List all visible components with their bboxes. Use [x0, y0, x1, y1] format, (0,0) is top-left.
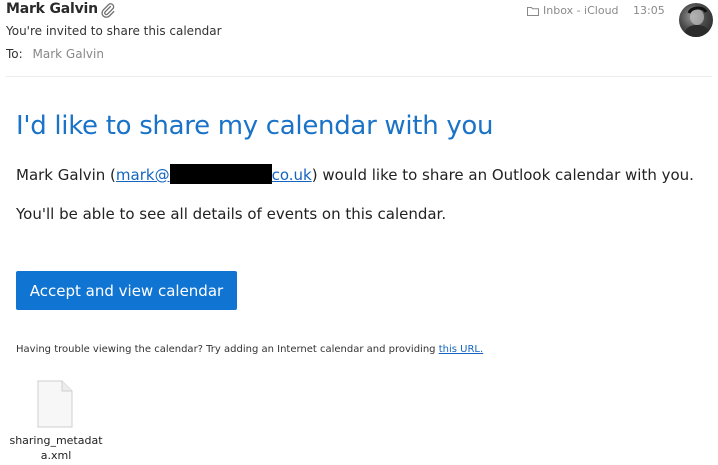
- paperclip-icon: [101, 3, 115, 18]
- invite-message-rest: ) would like to share an Outlook calenda…: [311, 166, 694, 184]
- sender-avatar[interactable]: [679, 3, 713, 37]
- email-subject: You're invited to share this calendar: [6, 24, 222, 38]
- mailbox-indicator[interactable]: Inbox - iCloud: [527, 4, 619, 17]
- calendar-url-link[interactable]: this URL.: [439, 344, 483, 355]
- to-label: To:: [6, 47, 23, 61]
- invite-heading: I'd like to share my calendar with you: [16, 111, 494, 141]
- permission-note: You'll be able to see all details of eve…: [16, 205, 447, 223]
- attachment-filename[interactable]: sharing_metadata.xml: [6, 433, 106, 463]
- recipient-line: To: Mark Galvin: [6, 47, 104, 61]
- redacted-block: [169, 164, 272, 184]
- email-view: Mark Galvin You're invited to share this…: [0, 0, 718, 465]
- sender-text: Mark Galvin (: [16, 166, 116, 184]
- invite-message: Mark Galvin (mark@ co.uk) would like to s…: [16, 164, 694, 184]
- folder-icon: [527, 6, 539, 16]
- document-icon[interactable]: [37, 380, 73, 428]
- trouble-note: Having trouble viewing the calendar? Try…: [16, 344, 483, 355]
- sender-email-link[interactable]: mark@ co.uk: [116, 164, 312, 184]
- sender-name[interactable]: Mark Galvin: [6, 1, 98, 17]
- accept-calendar-button[interactable]: Accept and view calendar: [16, 271, 237, 310]
- trouble-text: Having trouble viewing the calendar? Try…: [16, 344, 439, 355]
- header-divider: [6, 76, 712, 77]
- mailbox-name: Inbox - iCloud: [543, 4, 619, 17]
- avatar-image: [683, 6, 711, 37]
- recipient-name[interactable]: Mark Galvin: [33, 47, 104, 61]
- received-time: 13:05: [633, 4, 665, 17]
